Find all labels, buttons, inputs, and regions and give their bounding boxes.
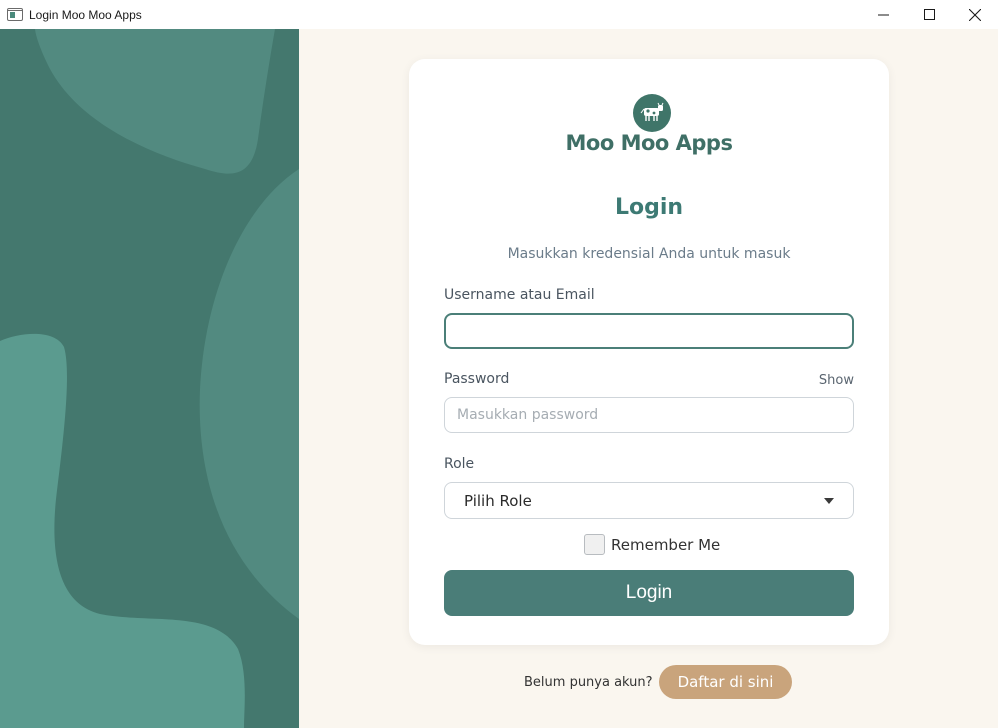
role-select[interactable]: Pilih Role (444, 482, 854, 519)
app-window-icon (7, 8, 23, 21)
decorative-blob-shapes (0, 29, 299, 728)
username-input[interactable] (444, 313, 854, 349)
remember-me-label: Remember Me (611, 535, 721, 554)
maximize-icon (923, 9, 935, 20)
register-button[interactable]: Daftar di sini (658, 665, 793, 699)
register-prompt: Belum punya akun? Daftar di sini (524, 665, 793, 699)
login-heading: Login (614, 195, 684, 220)
login-card: Moo Moo Apps Login Masukkan kredensial A… (409, 59, 889, 645)
register-question: Belum punya akun? (524, 674, 653, 690)
window-controls (860, 0, 998, 29)
password-label: Password (444, 371, 510, 387)
close-icon (969, 8, 981, 21)
chevron-down-icon (824, 498, 834, 504)
role-label: Role (444, 456, 475, 472)
role-select-value: Pilih Role (464, 491, 532, 510)
maximize-button[interactable] (906, 0, 952, 29)
show-password-toggle[interactable]: Show (819, 373, 854, 388)
minimize-button[interactable] (860, 0, 906, 29)
brand-logo (633, 94, 671, 132)
password-input[interactable] (444, 397, 854, 433)
window-titlebar: Login Moo Moo Apps (0, 0, 998, 29)
decorative-side-panel (0, 29, 299, 728)
login-button[interactable]: Login (444, 570, 854, 616)
close-button[interactable] (952, 0, 998, 29)
minimize-icon (877, 14, 889, 16)
remember-me-checkbox[interactable] (584, 534, 605, 555)
brand-name: Moo Moo Apps (565, 131, 733, 155)
username-label: Username atau Email (444, 287, 595, 303)
window-title: Login Moo Moo Apps (29, 7, 142, 22)
cow-icon (640, 102, 664, 121)
remember-me[interactable]: Remember Me (584, 534, 720, 555)
login-subtitle: Masukkan kredensial Anda untuk masuk (507, 246, 791, 262)
